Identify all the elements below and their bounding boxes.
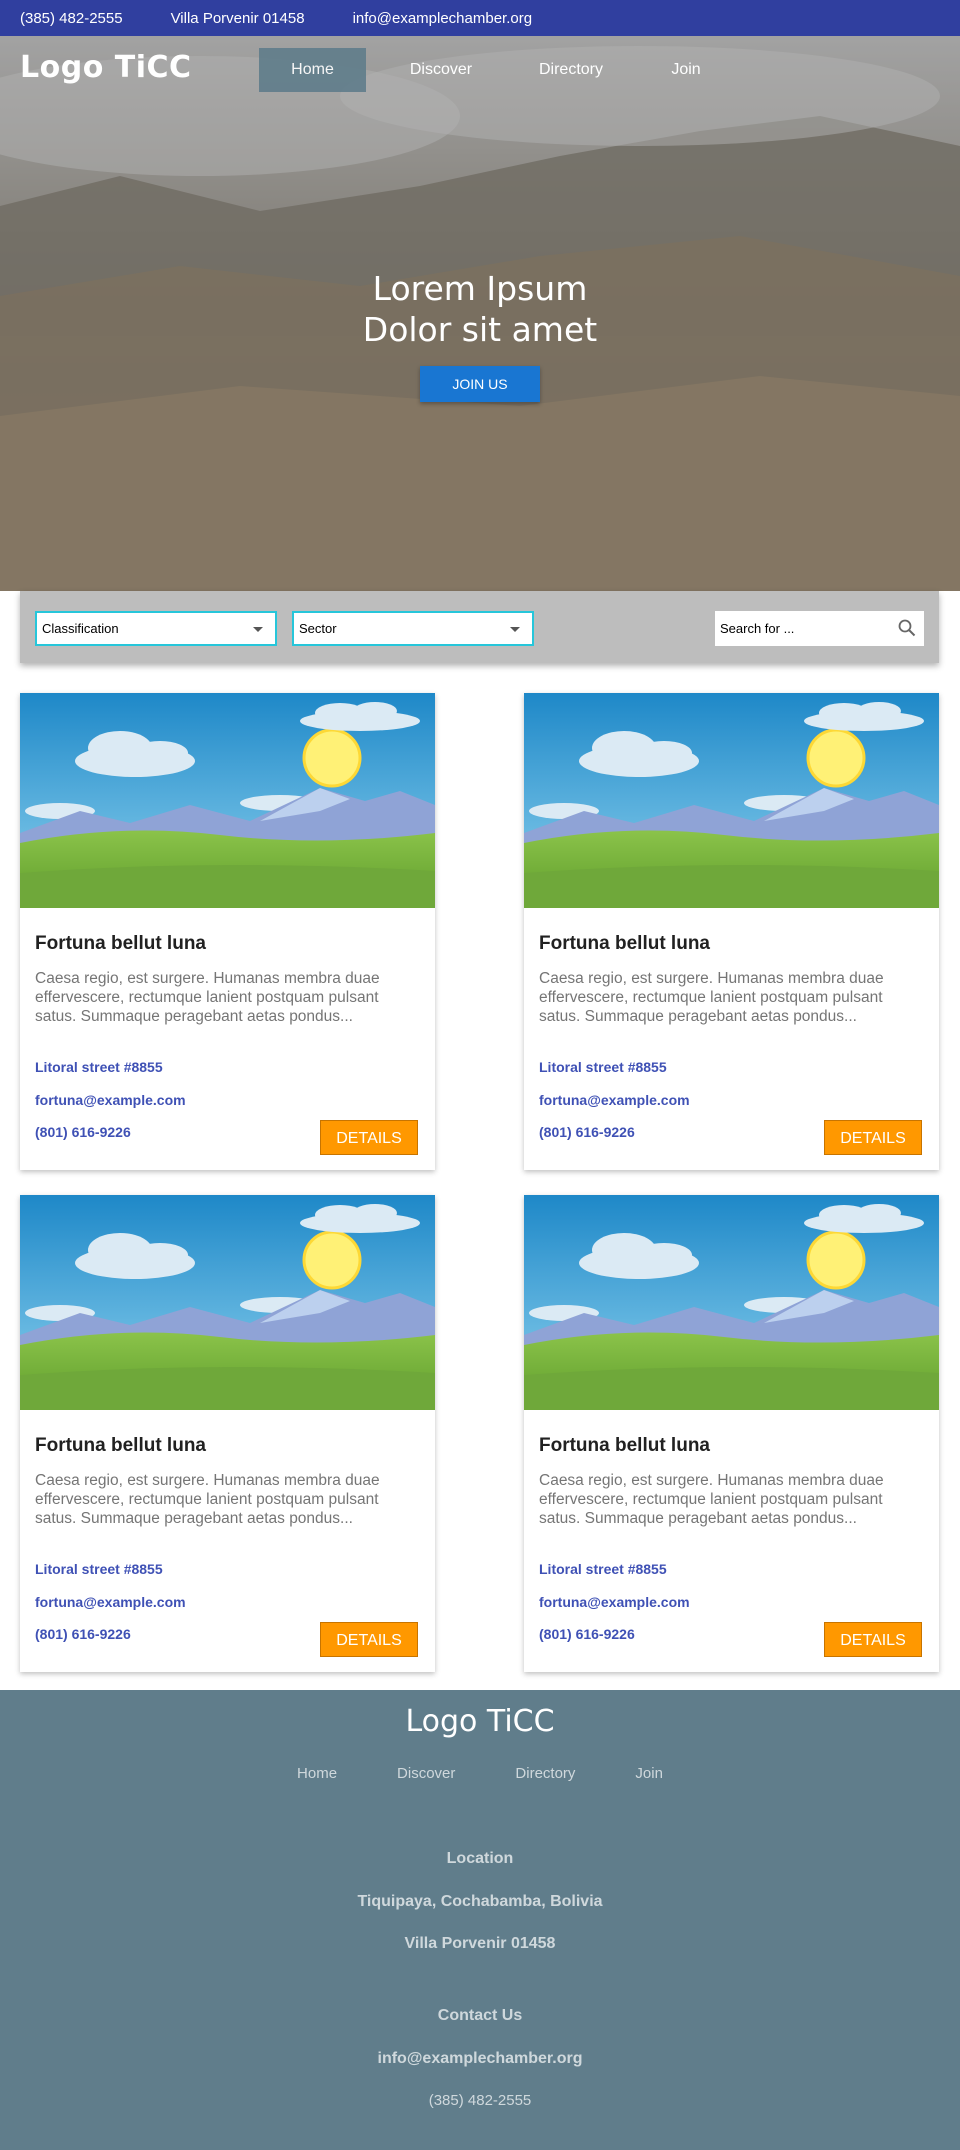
- classification-select[interactable]: Classification: [35, 611, 277, 646]
- card-image: [20, 693, 435, 908]
- join-us-button[interactable]: JOIN US: [420, 366, 540, 402]
- filter-bar: Classification Sector Search for ...: [20, 591, 939, 663]
- topbar-phone: (385) 482-2555: [20, 9, 123, 27]
- card-image: [524, 1195, 939, 1410]
- hero-headline: Lorem Ipsum Dolor sit amet: [0, 268, 960, 350]
- site-logo[interactable]: Logo TiCC: [20, 50, 192, 85]
- card-address[interactable]: Litoral street #8855: [539, 1561, 667, 1577]
- search-placeholder: Search for ...: [720, 621, 795, 636]
- hero-line-1: Lorem Ipsum: [372, 269, 588, 308]
- details-button[interactable]: DETAILS: [824, 1120, 922, 1155]
- details-button[interactable]: DETAILS: [824, 1622, 922, 1657]
- location-line-2: Villa Porvenir 01458: [404, 1935, 556, 1952]
- nav-directory[interactable]: Directory: [516, 48, 626, 92]
- contact-heading: Contact Us: [437, 2007, 523, 2024]
- hero-section: Logo TiCC Home Discover Directory Join L…: [0, 36, 960, 591]
- card-address[interactable]: Litoral street #8855: [539, 1059, 667, 1075]
- card-image: [524, 693, 939, 908]
- contact-phone: (385) 482-2555: [428, 2092, 532, 2109]
- details-button[interactable]: DETAILS: [320, 1120, 418, 1155]
- footer-nav-discover[interactable]: Discover: [397, 1765, 455, 1782]
- dropdown-caret-icon: [510, 627, 520, 632]
- sector-select-value: Sector: [299, 621, 337, 636]
- business-card: Fortuna bellut luna Caesa regio, est surg…: [524, 693, 939, 1170]
- search-input[interactable]: Search for ...: [715, 611, 924, 646]
- footer-nav: Home Discover Directory Join: [0, 1765, 960, 1782]
- main-nav: Home Discover Directory Join: [259, 48, 746, 92]
- footer-logo[interactable]: Logo TiCC: [0, 1704, 960, 1739]
- nav-join[interactable]: Join: [626, 48, 746, 92]
- location-line-1: Tiquipaya, Cochabamba, Bolivia: [357, 1893, 603, 1910]
- top-contact-bar: (385) 482-2555 Villa Porvenir 01458 info…: [0, 0, 960, 36]
- dropdown-caret-icon: [253, 627, 263, 632]
- classification-select-value: Classification: [42, 621, 119, 636]
- business-card: Fortuna bellut luna Caesa regio, est surg…: [524, 1195, 939, 1672]
- card-description: Caesa regio, est surgere. Humanas membra…: [35, 970, 380, 1025]
- card-description: Caesa regio, est surgere. Humanas membra…: [35, 1472, 380, 1527]
- card-address[interactable]: Litoral street #8855: [35, 1059, 163, 1075]
- card-phone[interactable]: (801) 616-9226: [35, 1124, 131, 1140]
- nav-discover[interactable]: Discover: [366, 48, 516, 92]
- card-email[interactable]: fortuna@example.com: [35, 1594, 186, 1610]
- details-button[interactable]: DETAILS: [320, 1622, 418, 1657]
- landscape-image: [20, 1195, 435, 1410]
- nav-home[interactable]: Home: [259, 48, 366, 92]
- sector-select[interactable]: Sector: [292, 611, 534, 646]
- card-title: Fortuna bellut luna: [35, 933, 206, 954]
- card-phone[interactable]: (801) 616-9226: [539, 1626, 635, 1642]
- footer-nav-home[interactable]: Home: [297, 1765, 337, 1782]
- hero-line-2: Dolor sit amet: [362, 310, 598, 349]
- landscape-image: [524, 1195, 939, 1410]
- card-title: Fortuna bellut luna: [35, 1435, 206, 1456]
- footer-nav-directory[interactable]: Directory: [515, 1765, 575, 1782]
- search-icon[interactable]: [898, 619, 916, 637]
- landscape-image: [20, 693, 435, 908]
- card-image: [20, 1195, 435, 1410]
- topbar-email[interactable]: info@examplechamber.org: [353, 10, 533, 27]
- card-email[interactable]: fortuna@example.com: [35, 1092, 186, 1108]
- card-description: Caesa regio, est surgere. Humanas membra…: [539, 970, 884, 1025]
- business-card: Fortuna bellut luna Caesa regio, est surg…: [20, 1195, 435, 1672]
- card-email[interactable]: fortuna@example.com: [539, 1594, 690, 1610]
- card-address[interactable]: Litoral street #8855: [35, 1561, 163, 1577]
- card-email[interactable]: fortuna@example.com: [539, 1092, 690, 1108]
- card-phone[interactable]: (801) 616-9226: [539, 1124, 635, 1140]
- contact-email[interactable]: info@examplechamber.org: [0, 2050, 960, 2068]
- footer-nav-join[interactable]: Join: [635, 1765, 663, 1782]
- card-description: Caesa regio, est surgere. Humanas membra…: [539, 1472, 884, 1527]
- card-title: Fortuna bellut luna: [539, 933, 710, 954]
- footer: Logo TiCC Home Discover Directory Join L…: [0, 1690, 960, 2150]
- business-card: Fortuna bellut luna Caesa regio, est surg…: [20, 693, 435, 1170]
- landscape-image: [524, 693, 939, 908]
- topbar-address: Villa Porvenir 01458: [170, 9, 305, 27]
- card-title: Fortuna bellut luna: [539, 1435, 710, 1456]
- location-heading: Location: [446, 1850, 514, 1867]
- card-phone[interactable]: (801) 616-9226: [35, 1626, 131, 1642]
- main-navbar: Logo TiCC Home Discover Directory Join: [0, 36, 960, 106]
